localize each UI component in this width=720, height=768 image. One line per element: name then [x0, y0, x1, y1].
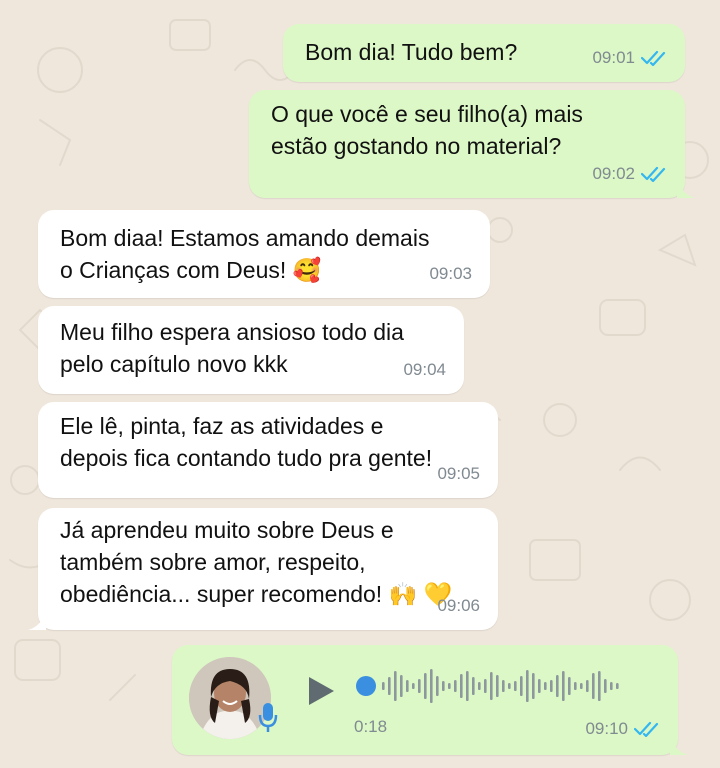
- message-time: 09:05: [437, 464, 480, 483]
- waveform-bar: [430, 669, 433, 703]
- waveform-bar: [436, 676, 439, 696]
- message-bubble-outgoing[interactable]: O que você e seu filho(a) mais estão gos…: [249, 90, 695, 198]
- message-meta: 09:02: [592, 158, 667, 190]
- message-time: 09:06: [437, 596, 480, 615]
- waveform-bar: [610, 682, 613, 690]
- waveform-bar: [604, 679, 607, 693]
- message-time: 09:01: [592, 48, 635, 67]
- waveform-bar: [508, 683, 511, 689]
- voice-message-bubble[interactable]: 0:18 09:10: [172, 645, 688, 755]
- waveform-bar: [616, 683, 619, 689]
- waveform-bar: [574, 682, 577, 690]
- waveform-bar: [466, 671, 469, 701]
- message-text: O que você e seu filho(a) mais estão gos…: [271, 101, 583, 159]
- message-time: 09:03: [429, 264, 472, 283]
- waveform-bar: [388, 677, 391, 695]
- playback-position-dot[interactable]: [356, 676, 376, 696]
- waveform-bar: [520, 676, 523, 696]
- message-meta: 09:05: [437, 458, 480, 490]
- waveform-bar: [550, 680, 553, 692]
- waveform-bar: [412, 683, 415, 689]
- waveform-bar: [532, 673, 535, 699]
- double-check-icon: [634, 721, 660, 737]
- message-bubble-incoming[interactable]: Ele lê, pinta, faz as atividades e depoi…: [38, 402, 498, 498]
- waveform-bar: [448, 683, 451, 689]
- message-bubble-incoming[interactable]: Meu filho espera ansioso todo dia pelo c…: [38, 306, 464, 394]
- waveform-bar: [586, 680, 589, 692]
- waveform-bar: [418, 679, 421, 693]
- waveform-bar: [556, 675, 559, 697]
- voice-waveform[interactable]: [356, 665, 626, 707]
- message-meta: 09:10: [585, 713, 660, 745]
- waveform-bar: [592, 673, 595, 699]
- mic-icon: [258, 701, 278, 741]
- waveform-bar: [406, 680, 409, 692]
- message-bubble-incoming[interactable]: Já aprendeu muito sobre Deus e também so…: [28, 508, 498, 630]
- waveform-bar: [544, 682, 547, 690]
- waveform-bar: [442, 681, 445, 691]
- message-meta: 09:01: [592, 42, 667, 74]
- waveform-bar: [400, 675, 403, 697]
- bubble-tail: [670, 735, 688, 755]
- waveform-bar: [484, 679, 487, 693]
- waveform-bar: [562, 671, 565, 701]
- waveform-bar: [580, 683, 583, 689]
- waveform-bar: [598, 671, 601, 701]
- waveform-bar: [514, 681, 517, 691]
- waveform-bar: [502, 680, 505, 692]
- waveform-bar: [496, 675, 499, 697]
- message-meta: 09:06: [437, 590, 480, 622]
- message-time: 09:04: [403, 360, 446, 379]
- waveform-bar: [526, 670, 529, 702]
- bubble-tail: [677, 178, 695, 198]
- waveform-bar: [454, 680, 457, 692]
- message-text: Já aprendeu muito sobre Deus e também so…: [60, 517, 453, 607]
- message-time: 09:02: [592, 164, 635, 183]
- play-icon[interactable]: [306, 675, 336, 715]
- message-meta: 09:04: [403, 354, 446, 386]
- waveform-bar: [394, 671, 397, 701]
- double-check-icon: [641, 166, 667, 182]
- message-bubble-outgoing[interactable]: Bom dia! Tudo bem? 09:01: [283, 24, 685, 82]
- waveform-bar: [490, 672, 493, 700]
- message-bubble-incoming[interactable]: Bom diaa! Estamos amando demais o Crianç…: [38, 210, 490, 298]
- waveform-bar: [472, 677, 475, 695]
- waveform-bar: [478, 682, 481, 690]
- waveform-bar: [460, 674, 463, 698]
- double-check-icon: [641, 50, 667, 66]
- message-time: 09:10: [585, 719, 628, 738]
- waveform-bar: [568, 677, 571, 695]
- message-text: Bom diaa! Estamos amando demais o Crianç…: [60, 225, 430, 283]
- message-meta: 09:03: [429, 258, 472, 290]
- voice-duration: 0:18: [354, 717, 388, 736]
- waveform-bar: [538, 679, 541, 693]
- bubble-tail: [28, 610, 46, 630]
- waveform-bar: [424, 673, 427, 699]
- waveform-bar: [382, 682, 385, 690]
- message-text: Ele lê, pinta, faz as atividades e depoi…: [60, 413, 433, 471]
